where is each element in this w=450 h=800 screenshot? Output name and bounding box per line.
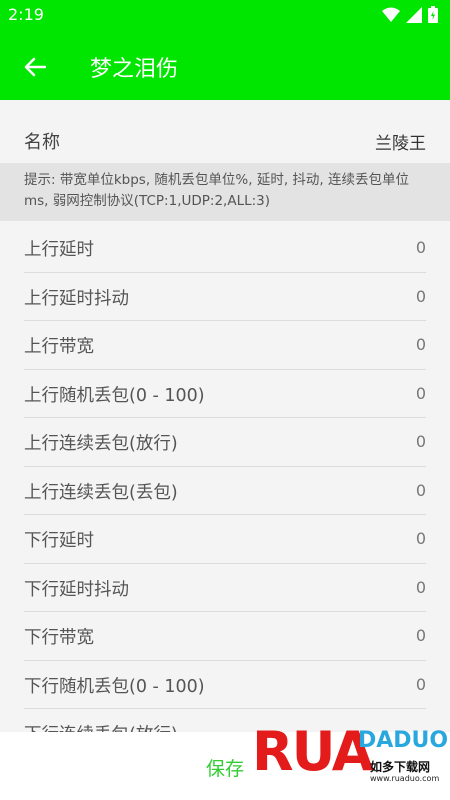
setting-value[interactable]: 0 <box>416 675 426 694</box>
hint-text: 提示: 带宽单位kbps, 随机丢包单位%, 延时, 抖动, 连续丢包单位ms,… <box>0 163 450 221</box>
setting-value[interactable]: 0 <box>416 529 426 548</box>
watermark-logo: RUA DADUO 如多下载网 www.ruaduo.com <box>248 718 450 800</box>
setting-label: 上行连续丢包(放行) <box>24 434 178 454</box>
signal-icon <box>406 6 422 23</box>
watermark-brand: RUA <box>252 720 374 783</box>
page-title: 梦之泪伤 <box>90 57 179 82</box>
battery-icon <box>428 6 438 23</box>
name-label: 名称 <box>24 132 60 153</box>
setting-value[interactable]: 0 <box>416 578 426 597</box>
name-value[interactable]: 兰陵王 <box>375 129 426 154</box>
setting-label: 上行延时 <box>24 240 94 260</box>
setting-row-downlink-delay[interactable]: 下行延时 0 <box>24 515 426 564</box>
setting-value[interactable]: 0 <box>416 626 426 645</box>
back-button[interactable] <box>18 50 52 84</box>
setting-value[interactable]: 0 <box>416 384 426 403</box>
setting-row-uplink-burst-drop[interactable]: 上行连续丢包(丢包) 0 <box>24 467 426 515</box>
setting-label: 上行带宽 <box>24 337 94 357</box>
setting-label: 下行延时抖动 <box>24 579 129 600</box>
setting-row-uplink-random-loss[interactable]: 上行随机丢包(0 - 100) 0 <box>24 370 426 418</box>
setting-value[interactable]: 0 <box>416 238 426 257</box>
name-row[interactable]: 名称 兰陵王 <box>0 117 450 163</box>
app-bar: 梦之泪伤 <box>0 32 450 100</box>
setting-list: 上行延时 0 上行延时抖动 0 上行带宽 0 上行随机丢包(0 - 100) 0… <box>0 224 450 732</box>
setting-value[interactable]: 0 <box>416 432 426 451</box>
save-button[interactable]: 保存 <box>206 754 244 781</box>
watermark-brand-tail: DADUO <box>358 728 449 753</box>
settings-content[interactable]: 名称 兰陵王 提示: 带宽单位kbps, 随机丢包单位%, 延时, 抖动, 连续… <box>0 100 450 732</box>
setting-label: 下行带宽 <box>24 628 94 648</box>
setting-row-uplink-delay[interactable]: 上行延时 0 <box>24 224 426 273</box>
setting-label: 下行延时 <box>24 531 94 551</box>
setting-row-uplink-jitter[interactable]: 上行延时抖动 0 <box>24 273 426 321</box>
setting-value[interactable]: 0 <box>416 481 426 500</box>
setting-label: 上行延时抖动 <box>24 288 129 309</box>
setting-row-uplink-burst-pass[interactable]: 上行连续丢包(放行) 0 <box>24 418 426 467</box>
setting-row-downlink-random-loss[interactable]: 下行随机丢包(0 - 100) 0 <box>24 661 426 709</box>
back-arrow-icon <box>24 57 46 77</box>
setting-value[interactable]: 0 <box>416 287 426 306</box>
setting-label: 下行随机丢包(0 - 100) <box>24 676 205 697</box>
setting-label: 下行连续丢包(放行) <box>24 721 178 732</box>
setting-row-downlink-jitter[interactable]: 下行延时抖动 0 <box>24 564 426 612</box>
watermark-cn: 如多下载网 <box>370 760 431 774</box>
status-time: 2:19 <box>8 5 44 24</box>
setting-label: 上行随机丢包(0 - 100) <box>24 385 205 406</box>
setting-row-uplink-bandwidth[interactable]: 上行带宽 0 <box>24 321 426 370</box>
watermark-url: www.ruaduo.com <box>370 774 440 783</box>
setting-label: 上行连续丢包(丢包) <box>24 482 178 503</box>
wifi-icon <box>382 7 400 22</box>
status-icons <box>382 6 438 23</box>
setting-value[interactable]: 0 <box>416 335 426 354</box>
setting-row-downlink-bandwidth[interactable]: 下行带宽 0 <box>24 612 426 661</box>
status-bar: 2:19 <box>0 0 450 32</box>
